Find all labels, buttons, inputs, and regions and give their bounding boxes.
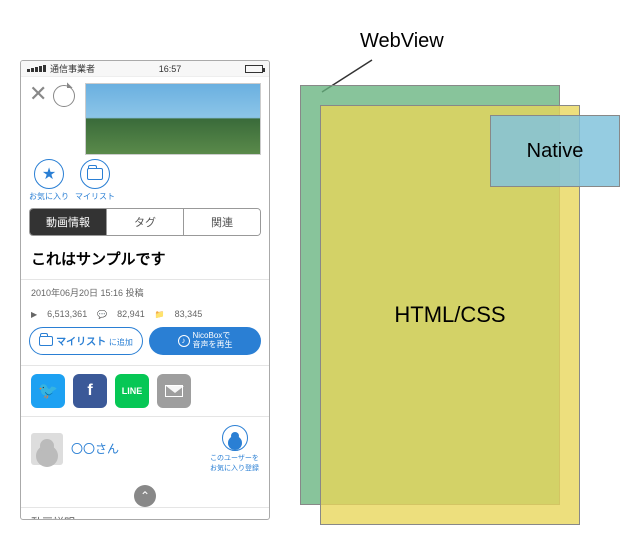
- close-icon[interactable]: ✕: [29, 83, 47, 105]
- view-count: 6,513,361: [47, 309, 87, 319]
- mylist-count: 83,345: [175, 309, 203, 319]
- facebook-icon: f: [87, 382, 92, 400]
- mail-icon: [165, 385, 183, 397]
- signal-icon: [27, 65, 46, 72]
- webview-label: WebView: [360, 30, 444, 53]
- user-row: 〇〇さん このユーザーを お気に入り登録: [21, 416, 269, 481]
- facebook-share-button[interactable]: f: [73, 374, 107, 408]
- mylist-button[interactable]: マイリスト: [75, 159, 115, 202]
- share-row: 🐦 f LINE: [21, 365, 269, 416]
- battery-icon: [245, 65, 263, 73]
- video-stats: ▶ 6,513,361 💬 82,941 📁 83,345: [21, 305, 269, 327]
- phone-mockup: 通信事業者 16:57 ✕ ★ お気に入り マイリスト 動画情報 タグ 関連 こ…: [20, 60, 270, 520]
- description-header: 動画説明: [21, 507, 269, 520]
- line-share-button[interactable]: LINE: [115, 374, 149, 408]
- carrier-label: 通信事業者: [50, 62, 95, 75]
- line-icon: LINE: [122, 386, 143, 396]
- clock: 16:57: [159, 64, 182, 74]
- tab-bar: 動画情報 タグ 関連: [29, 208, 261, 236]
- folder-icon: [87, 168, 103, 180]
- tab-tags[interactable]: タグ: [107, 209, 184, 235]
- comment-count: 82,941: [117, 309, 145, 319]
- expand-chevron-icon[interactable]: ⌃: [134, 485, 156, 507]
- posted-date: 2010年06月20日 15:16 投稿: [21, 279, 269, 305]
- status-bar: 通信事業者 16:57: [21, 61, 269, 77]
- avatar[interactable]: [31, 433, 63, 465]
- mail-share-button[interactable]: [157, 374, 191, 408]
- tab-video-info[interactable]: 動画情報: [30, 209, 107, 235]
- user-icon: [222, 425, 248, 451]
- twitter-share-button[interactable]: 🐦: [31, 374, 65, 408]
- twitter-icon: 🐦: [38, 381, 58, 401]
- folder-icon: [39, 336, 53, 346]
- video-thumbnail[interactable]: [85, 83, 261, 155]
- favorite-button[interactable]: ★ お気に入り: [29, 159, 69, 202]
- tab-related[interactable]: 関連: [184, 209, 260, 235]
- reload-icon[interactable]: [53, 85, 75, 107]
- nicobox-play-button[interactable]: ♪ NicoBoxで音声を再生: [149, 327, 261, 355]
- user-name[interactable]: 〇〇さん: [71, 440, 202, 457]
- star-icon: ★: [42, 164, 56, 184]
- folder-stat-icon: 📁: [155, 310, 165, 319]
- native-pane: Native: [490, 115, 620, 187]
- add-to-mylist-button[interactable]: マイリスト に追加: [29, 327, 143, 355]
- comment-icon: 💬: [97, 310, 107, 319]
- follow-user-button[interactable]: このユーザーを お気に入り登録: [210, 425, 259, 473]
- music-note-icon: ♪: [178, 335, 190, 347]
- play-icon: ▶: [31, 310, 37, 319]
- video-title: これはサンプルです: [21, 244, 269, 279]
- layer-diagram: WebView HTML/CSS Native: [300, 30, 620, 520]
